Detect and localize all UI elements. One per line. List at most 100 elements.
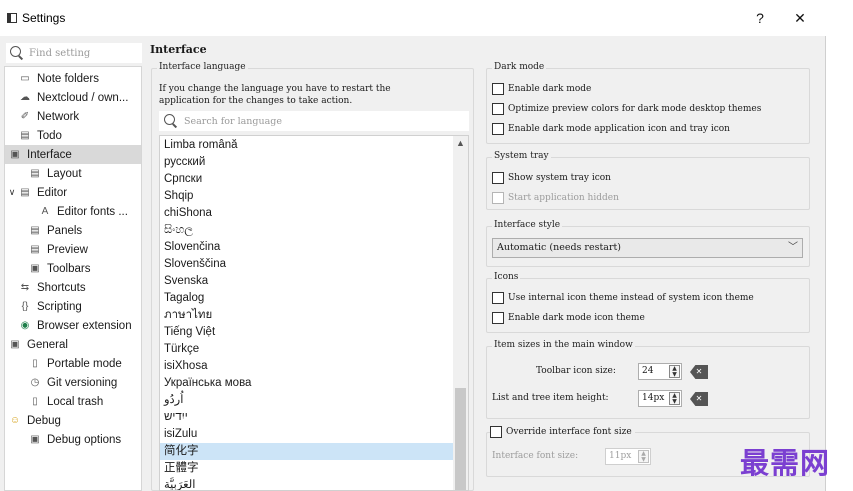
language-list-item[interactable]: සිංහල <box>160 222 453 239</box>
font-size-value: 11px <box>609 451 632 461</box>
portable-icon: ▯ <box>32 357 38 369</box>
setting-search-input[interactable]: Find setting <box>6 43 142 63</box>
chevron-down-icon[interactable]: ∨ <box>7 187 17 198</box>
language-search-input[interactable]: Search for language <box>159 111 469 131</box>
language-list-item[interactable]: Türkçe <box>160 341 453 358</box>
toolbar-icon-size-spinbox[interactable]: 24 ▲ ▼ <box>638 363 682 380</box>
override-font-size-checkbox[interactable]: Override interface font size <box>490 426 635 438</box>
chevron-down-icon[interactable]: ∨ <box>5 415 7 426</box>
language-list-item[interactable]: Slovenščina <box>160 256 453 273</box>
toolbar-icon-size-value: 24 <box>642 366 654 376</box>
sidebar-item-toolbars[interactable]: ▣ Toolbars <box>5 259 141 278</box>
sidebar-item-layout[interactable]: ▤ Layout <box>5 164 141 183</box>
checkbox-box[interactable] <box>492 103 504 115</box>
chevron-down-icon[interactable]: ∨ <box>5 339 7 350</box>
language-list-item[interactable]: Tagalog <box>160 290 453 307</box>
page-title: Interface <box>150 43 207 56</box>
chevron-down-icon[interactable]: ∨ <box>5 149 7 160</box>
trash-icon: ▯ <box>32 395 38 407</box>
settings-tree[interactable]: ▭ Note folders ☁ Nextcloud / own... ✐ Network… <box>4 66 142 491</box>
internal-icon-theme-checkbox[interactable]: Use internal icon theme instead of syste… <box>492 292 754 304</box>
editor-icon: ▤ <box>20 186 30 198</box>
sidebar-item-browser-extension[interactable]: ◉ Browser extension <box>5 316 141 335</box>
enable-dark-mode-checkbox[interactable]: Enable dark mode <box>492 83 591 95</box>
git-icon: ◷ <box>30 376 40 388</box>
dark-mode-app-icon-checkbox[interactable]: Enable dark mode application icon and tr… <box>492 123 730 135</box>
sidebar-item-git-versioning[interactable]: ◷ Git versioning <box>5 373 141 392</box>
language-group-title: Interface language <box>157 62 248 72</box>
sidebar-item-debug-options[interactable]: ▣ Debug options <box>5 430 141 449</box>
sidebar-item-todo[interactable]: ▤ Todo <box>5 126 141 145</box>
dark-icon-theme-checkbox[interactable]: Enable dark mode icon theme <box>492 312 645 324</box>
language-list-item[interactable]: ייִדיש <box>160 409 453 426</box>
scroll-up-icon[interactable]: ▲ <box>453 136 468 151</box>
checkbox-box[interactable] <box>492 172 504 184</box>
language-list-item[interactable]: العَرَبِيَّة <box>160 477 453 490</box>
sidebar-item-nextcloud-own[interactable]: ☁ Nextcloud / own... <box>5 88 141 107</box>
language-list-scrollbar[interactable]: ▲ <box>453 136 468 490</box>
checkbox-box <box>492 192 504 204</box>
title-bar: Settings ? ✕ <box>0 0 826 36</box>
sidebar-item-label: Layout <box>47 167 82 180</box>
language-list-item[interactable]: Shqip <box>160 188 453 205</box>
language-list-item[interactable]: Tiếng Việt <box>160 324 453 341</box>
sidebar-item-panels[interactable]: ▤ Panels <box>5 221 141 240</box>
sidebar-item-label: Toolbars <box>47 262 91 275</box>
language-list-item[interactable]: اُردُو <box>160 392 453 409</box>
language-list[interactable]: العَرَبِيَّة 正體字 简化字 isiZulu ייִדיש اُردُو Укр… <box>159 135 469 491</box>
sidebar-item-note-folders[interactable]: ▭ Note folders <box>5 69 141 88</box>
sidebar-item-general[interactable]: ∨▣ General <box>5 335 141 354</box>
sidebar-item-label: Shortcuts <box>37 281 86 294</box>
sidebar-item-shortcuts[interactable]: ⇆ Shortcuts <box>5 278 141 297</box>
todo-icon: ▤ <box>20 129 30 141</box>
internal-icon-theme-label: Use internal icon theme instead of syste… <box>508 293 754 303</box>
sidebar-item-local-trash[interactable]: ▯ Local trash <box>5 392 141 411</box>
sidebar-item-portable-mode[interactable]: ▯ Portable mode <box>5 354 141 373</box>
language-list-item[interactable]: Svenska <box>160 273 453 290</box>
sidebar-item-network[interactable]: ✐ Network <box>5 107 141 126</box>
spin-arrows-icon[interactable]: ▲ ▼ <box>669 365 680 378</box>
sidebar-item-label: Interface <box>27 148 72 161</box>
checkbox-box[interactable] <box>492 312 504 324</box>
language-list-item[interactable]: Српски <box>160 171 453 188</box>
start-hidden-checkbox: Start application hidden <box>492 192 619 204</box>
spin-arrows-icon[interactable]: ▲ ▼ <box>669 392 680 405</box>
language-list-item[interactable]: ภาษาไทย <box>160 307 453 324</box>
sidebar-item-preview[interactable]: ▤ Preview <box>5 240 141 259</box>
checkbox-box[interactable] <box>492 292 504 304</box>
sidebar-item-label: Debug <box>27 414 61 427</box>
list-item-height-spinbox[interactable]: 14px ▲ ▼ <box>638 390 682 407</box>
language-list-item[interactable]: русский <box>160 154 453 171</box>
language-list-item[interactable]: isiZulu <box>160 426 453 443</box>
sidebar-item-debug[interactable]: ∨☺ Debug <box>5 411 141 430</box>
sidebar-item-editor[interactable]: ∨ ▤ Editor <box>5 183 141 202</box>
checkbox-box[interactable] <box>492 123 504 135</box>
interface-style-select[interactable]: Automatic (needs restart) ﹀ <box>492 238 803 258</box>
language-list-item[interactable]: 简化字 <box>160 443 453 460</box>
language-list-item[interactable]: Limba română <box>160 137 453 154</box>
close-button[interactable]: ✕ <box>785 6 815 30</box>
language-list-item[interactable]: chiShona <box>160 205 453 222</box>
checkbox-box[interactable] <box>490 426 502 438</box>
window-title: Settings <box>22 11 66 25</box>
optimize-preview-colors-checkbox[interactable]: Optimize preview colors for dark mode de… <box>492 103 761 115</box>
system-tray-group-title: System tray <box>492 151 551 161</box>
sidebar-item-scripting[interactable]: {} Scripting <box>5 297 141 316</box>
scrollbar-thumb[interactable] <box>455 388 466 490</box>
dark-icon-theme-label: Enable dark mode icon theme <box>508 313 645 323</box>
help-button[interactable]: ? <box>745 6 775 30</box>
sidebar-item-label: Debug options <box>47 433 122 446</box>
start-hidden-label: Start application hidden <box>508 193 619 203</box>
language-list-item[interactable]: isiXhosa <box>160 358 453 375</box>
sidebar-item-label: Editor <box>37 186 68 199</box>
show-tray-icon-checkbox[interactable]: Show system tray icon <box>492 172 611 184</box>
cloud-icon: ☁ <box>20 91 30 103</box>
checkbox-box[interactable] <box>492 83 504 95</box>
sidebar-item-interface[interactable]: ∨▣ Interface <box>5 145 141 164</box>
language-list-item[interactable]: Slovenčina <box>160 239 453 256</box>
language-list-item[interactable]: 正體字 <box>160 460 453 477</box>
sidebar-item-editor-fonts[interactable]: A Editor fonts ... <box>5 202 141 221</box>
language-list-item[interactable]: Українська мова <box>160 375 453 392</box>
panels-icon: ▤ <box>30 224 40 236</box>
language-description-line2: application for the changes to take acti… <box>159 96 353 106</box>
